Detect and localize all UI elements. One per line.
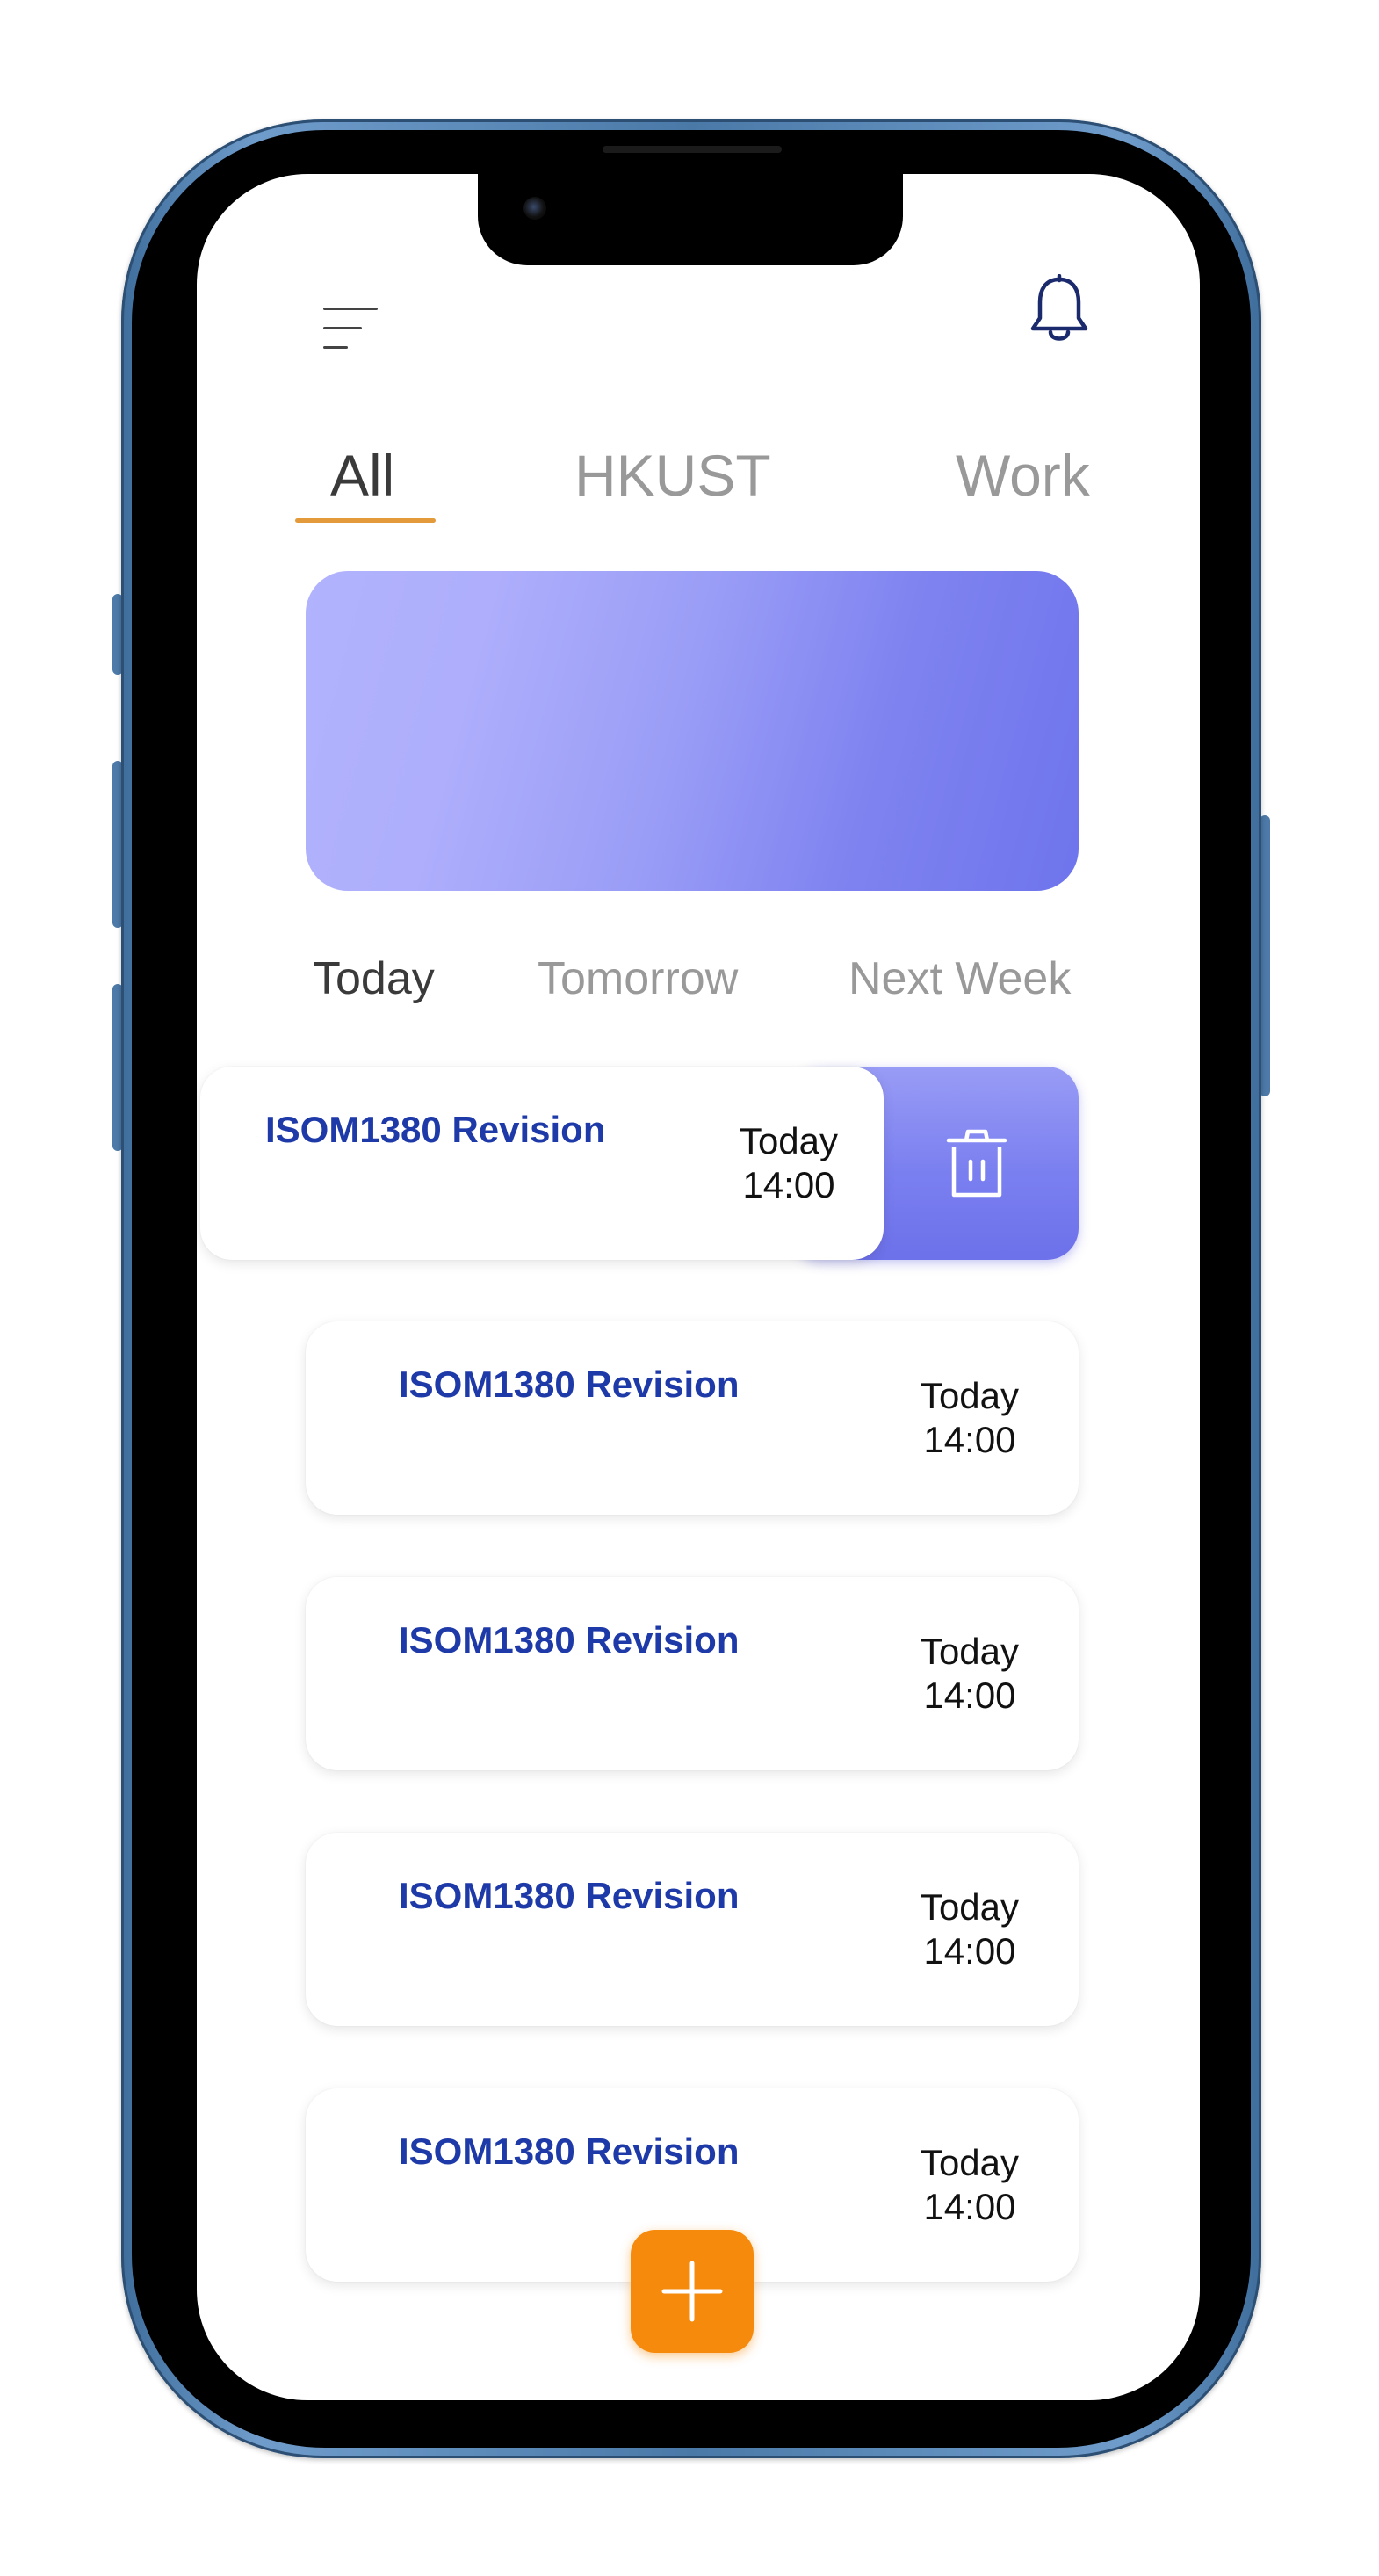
tab-hkust[interactable]: HKUST: [574, 446, 771, 504]
task-title: ISOM1380 Revision: [265, 1109, 606, 1150]
date-filter-next-week[interactable]: Next Week: [848, 956, 1071, 1002]
task-card[interactable]: ISOM1380 Revision Today 14:00: [200, 1067, 884, 1260]
task-due: Today 14:00: [908, 1630, 1031, 1719]
plus-icon: [661, 2261, 723, 2322]
task-day: Today: [920, 2142, 1020, 2183]
trash-icon[interactable]: [942, 1126, 1012, 1200]
task-day: Today: [920, 1886, 1020, 1928]
task-time: 14:00: [742, 1164, 835, 1206]
task-title: ISOM1380 Revision: [399, 1619, 740, 1661]
tab-active-underline: [295, 518, 436, 523]
date-filter-today[interactable]: Today: [313, 956, 435, 1002]
add-task-button[interactable]: [631, 2230, 754, 2353]
task-due: Today 14:00: [908, 1885, 1031, 1974]
task-time: 14:00: [923, 1675, 1016, 1717]
task-day: Today: [920, 1375, 1020, 1416]
task-title: ISOM1380 Revision: [399, 1875, 740, 1916]
task-time: 14:00: [923, 1930, 1016, 1972]
app-screen: [197, 174, 1200, 2400]
task-time: 14:00: [923, 1419, 1016, 1461]
task-title: ISOM1380 Revision: [399, 1364, 740, 1405]
task-card[interactable]: ISOM1380 Revision Today 14:00: [306, 1833, 1079, 2026]
task-day: Today: [920, 1631, 1020, 1672]
front-camera: [523, 197, 546, 220]
task-time: 14:00: [923, 2186, 1016, 2228]
task-due: Today 14:00: [727, 1119, 850, 1208]
task-due: Today 14:00: [908, 2141, 1031, 2230]
task-due: Today 14:00: [908, 1374, 1031, 1463]
featured-banner[interactable]: [306, 571, 1079, 891]
date-filter-tomorrow[interactable]: Tomorrow: [538, 956, 738, 1002]
tab-work[interactable]: Work: [956, 446, 1090, 504]
menu-icon[interactable]: [323, 308, 378, 350]
bell-icon[interactable]: [1026, 274, 1093, 346]
task-card[interactable]: ISOM1380 Revision Today 14:00: [306, 1577, 1079, 1770]
speaker-grille: [603, 146, 782, 153]
task-day: Today: [739, 1120, 839, 1161]
tab-all[interactable]: All: [330, 446, 394, 504]
task-title: ISOM1380 Revision: [399, 2131, 740, 2172]
task-card[interactable]: ISOM1380 Revision Today 14:00: [306, 1321, 1079, 1515]
